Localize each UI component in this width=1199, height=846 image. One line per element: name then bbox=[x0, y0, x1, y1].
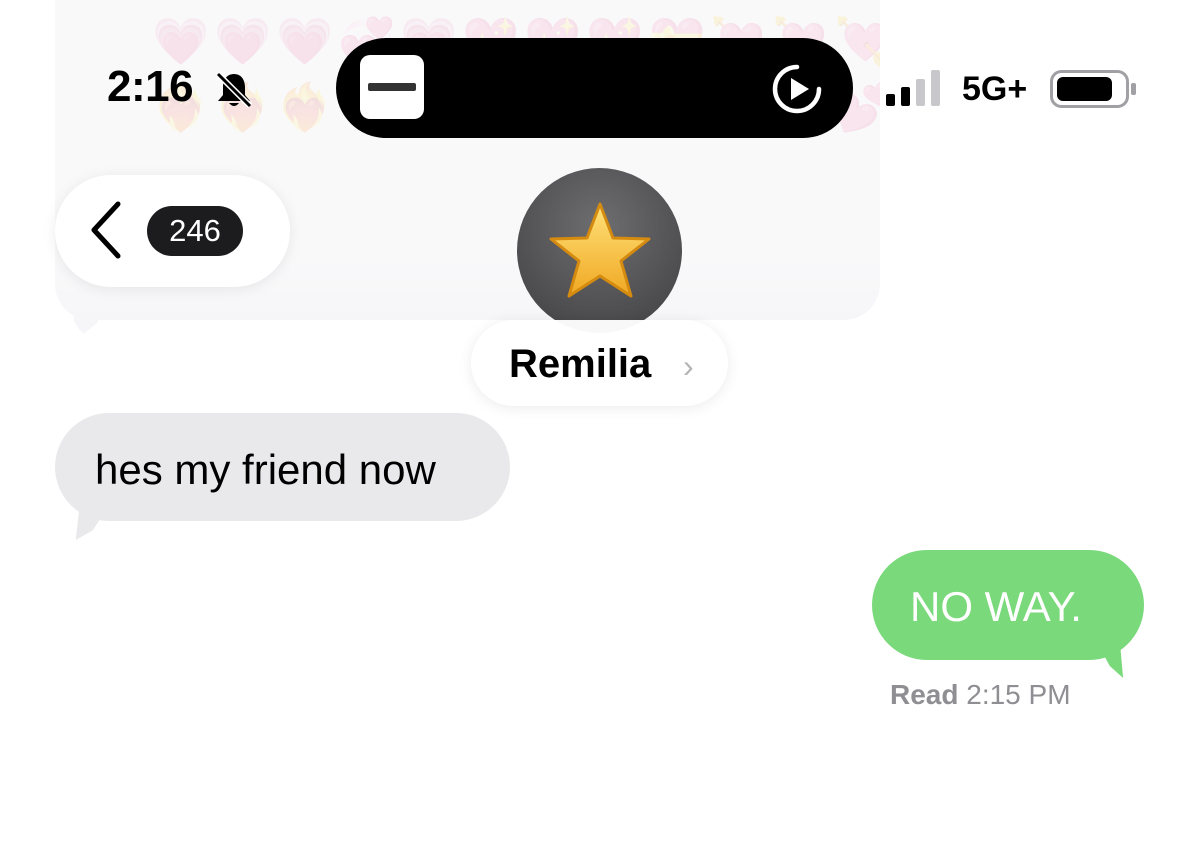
read-label: Read bbox=[890, 679, 959, 710]
star-emoji-icon bbox=[549, 202, 651, 298]
album-art[interactable] bbox=[360, 55, 424, 119]
read-receipt: Read 2:15 PM bbox=[890, 679, 1071, 711]
signal-icon bbox=[886, 70, 940, 106]
status-time: 2:16 bbox=[107, 62, 194, 111]
network-type: 5G+ bbox=[962, 70, 1028, 108]
read-time: 2:15 PM bbox=[966, 679, 1071, 710]
bell-slash-icon bbox=[215, 71, 253, 109]
chevron-left-icon[interactable] bbox=[88, 200, 124, 260]
battery-icon bbox=[1050, 70, 1136, 108]
outgoing-message-text: NO WAY. bbox=[910, 583, 1082, 630]
play-ring-icon[interactable] bbox=[770, 62, 824, 116]
album-art-title bbox=[368, 83, 416, 91]
chevron-right-icon: › bbox=[683, 348, 694, 384]
unread-count-badge: 246 bbox=[147, 206, 243, 256]
incoming-message-text: hes my friend now bbox=[95, 446, 436, 493]
contact-name: Remilia bbox=[509, 342, 652, 386]
